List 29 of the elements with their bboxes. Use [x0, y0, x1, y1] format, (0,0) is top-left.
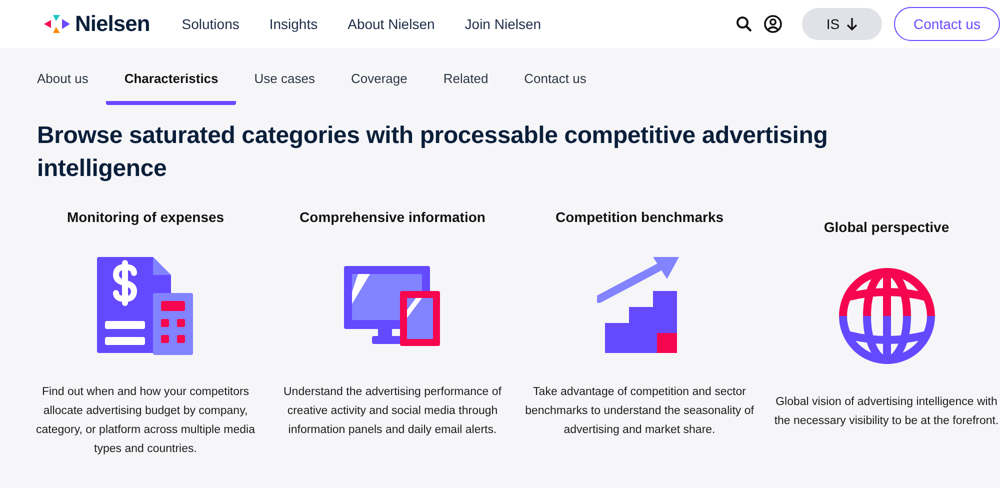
- tab[interactable]: Use cases: [236, 68, 333, 105]
- feature-title: Monitoring of expenses: [66, 209, 224, 227]
- tab[interactable]: Characteristics: [106, 68, 236, 105]
- tab[interactable]: Related: [425, 68, 506, 105]
- section-heading: Browse saturated categories with processable competitive advertising intelligence: [37, 121, 829, 184]
- logo-icon: [44, 14, 70, 34]
- nav-link[interactable]: Insights: [269, 16, 318, 32]
- tab[interactable]: Coverage: [332, 68, 426, 105]
- language-button[interactable]: IS: [802, 8, 882, 40]
- monitor-tablet-icon: [344, 266, 442, 346]
- account-icon[interactable]: [764, 15, 782, 33]
- tab[interactable]: About us: [19, 68, 106, 105]
- feature-title: Comprehensive information: [300, 209, 486, 227]
- nav-link[interactable]: About Nielsen: [348, 16, 435, 32]
- nav-link[interactable]: Solutions: [182, 16, 240, 32]
- tab[interactable]: Contact us: [506, 68, 604, 105]
- contact-button[interactable]: Contact us: [894, 7, 1000, 41]
- globe-icon: [838, 267, 936, 365]
- feature-description: Find out when and how your competitors allocate advertising budget by company, category, or platform across multiple media types and countries.: [34, 385, 256, 457]
- feature-title: Competition benchmarks: [555, 209, 724, 227]
- brand-name[interactable]: Nielsen: [75, 11, 150, 37]
- feature-description: Global vision of advertising intelligence with the necessary visibility to be at the forefront.: [773, 395, 1000, 429]
- nav-link[interactable]: Join Nielsen: [464, 16, 542, 32]
- feature-description: Take advantage of competition and sector benchmarks to understand the seasonality of advertising and market share.: [524, 385, 755, 438]
- search-icon[interactable]: [736, 16, 752, 32]
- invoice-calculator-icon: [96, 257, 194, 355]
- feature-title: Global perspective: [824, 219, 950, 237]
- arrow-down-icon: [846, 17, 858, 31]
- feature-description: Understand the advertising performance of creative activity and social media through information panels and daily email alerts.: [282, 385, 502, 438]
